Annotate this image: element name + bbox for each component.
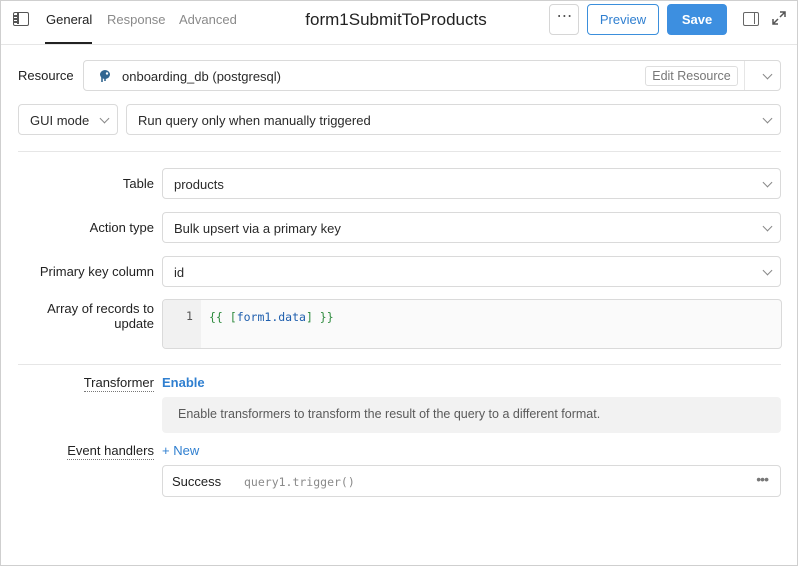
new-event-handler-link[interactable]: + New — [162, 443, 199, 458]
tab-general[interactable]: General — [46, 12, 92, 27]
code-line[interactable]: {{ [form1.data] }} — [209, 310, 334, 324]
chevron-down-icon — [762, 177, 773, 188]
edit-resource-button[interactable]: Edit Resource — [645, 66, 738, 86]
primary-key-value: id — [174, 265, 185, 280]
event-handler-row[interactable]: Success query1.trigger() ••• — [162, 465, 781, 497]
code-inner: form1.data — [236, 310, 306, 324]
records-code-editor[interactable]: 1 {{ [form1.data] }} — [162, 299, 782, 349]
primary-key-label: Primary key column — [39, 264, 154, 279]
action-type-select[interactable]: Bulk upsert via a primary key — [162, 212, 781, 243]
transformer-info-box: Enable transformers to transform the res… — [162, 397, 781, 433]
query-editor-panel: General Response Advanced form1SubmitToP… — [0, 0, 798, 566]
tab-advanced[interactable]: Advanced — [179, 12, 237, 27]
split-panel-icon[interactable] — [743, 12, 759, 26]
transformer-label-wrap: Transformer — [18, 375, 154, 392]
active-tab-indicator — [45, 42, 92, 44]
chevron-down-icon — [762, 113, 773, 124]
run-trigger-value: Run query only when manually triggered — [138, 113, 371, 128]
chevron-down-icon — [762, 265, 773, 276]
query-title[interactable]: form1SubmitToProducts — [281, 10, 511, 30]
resource-label: Resource — [18, 68, 74, 83]
section-divider — [18, 151, 781, 152]
sidebar-toggle-icon[interactable] — [13, 12, 29, 26]
table-value: products — [174, 177, 224, 192]
resource-value: onboarding_db (postgresql) — [122, 69, 281, 84]
enable-transformer-link[interactable]: Enable — [162, 375, 205, 390]
tab-response[interactable]: Response — [107, 12, 166, 27]
resource-select[interactable]: onboarding_db (postgresql) Edit Resource — [83, 60, 781, 91]
select-divider — [744, 61, 745, 90]
transformer-info-text: Enable transformers to transform the res… — [178, 407, 601, 421]
event-handlers-label: Event handlers — [67, 443, 154, 460]
code-close: ] }} — [305, 310, 334, 324]
primary-key-select[interactable]: id — [162, 256, 781, 287]
records-label-line1: Array of records to — [47, 301, 154, 316]
postgresql-icon — [100, 70, 110, 82]
more-options-button[interactable]: ⋯ — [549, 4, 579, 35]
action-type-value: Bulk upsert via a primary key — [174, 221, 341, 236]
more-options-icon[interactable]: ••• — [756, 471, 769, 487]
event-handler-action: query1.trigger() — [244, 475, 355, 489]
editor-header: General Response Advanced form1SubmitToP… — [1, 1, 797, 45]
records-label-line2: update — [114, 316, 154, 331]
preview-button[interactable]: Preview — [587, 4, 659, 35]
save-button[interactable]: Save — [667, 4, 727, 35]
gui-mode-value: GUI mode — [30, 113, 90, 128]
action-type-label: Action type — [89, 220, 154, 235]
chevron-down-icon — [99, 113, 110, 124]
gui-mode-select[interactable]: GUI mode — [18, 104, 118, 135]
transformer-label: Transformer — [83, 375, 154, 392]
table-select[interactable]: products — [162, 168, 781, 199]
expand-icon[interactable] — [771, 10, 787, 26]
records-label: Array of records to update — [18, 301, 154, 331]
code-open: {{ [ — [209, 310, 237, 324]
section-divider — [18, 364, 781, 365]
chevron-down-icon — [762, 221, 773, 232]
chevron-down-icon — [762, 69, 773, 80]
table-label: Table — [122, 176, 154, 191]
run-trigger-select[interactable]: Run query only when manually triggered — [126, 104, 781, 135]
line-number: 1 — [186, 309, 193, 323]
event-handler-event: Success — [172, 474, 222, 489]
code-gutter: 1 — [163, 300, 201, 348]
event-handlers-label-wrap: Event handlers — [18, 443, 154, 460]
